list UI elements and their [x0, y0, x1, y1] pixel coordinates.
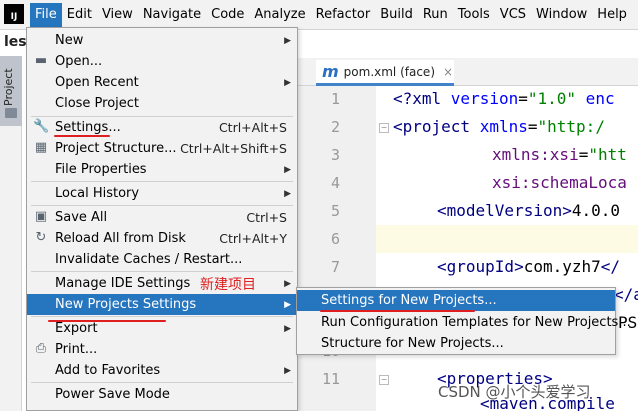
menu-separator — [31, 382, 293, 383]
code-line-3: xmlns:xsi="htt — [492, 145, 627, 164]
red-underline-mark — [54, 135, 110, 137]
menu-run[interactable]: Run — [418, 3, 453, 27]
file-menu-dropdown: New ▶ ▬ Open... Open Recent ▶ Close Proj… — [26, 27, 298, 411]
chevron-right-icon: ▶ — [284, 299, 291, 310]
chevron-right-icon: ▶ — [284, 323, 291, 334]
menu-item-new[interactable]: New ▶ — [27, 30, 297, 51]
chevron-right-icon: ▶ — [284, 77, 291, 88]
menu-code[interactable]: Code — [206, 3, 249, 27]
line-number: 6 — [330, 230, 340, 248]
watermark: CSDN @小个头爱学习 — [438, 383, 591, 401]
wrench-icon: 🔧 — [33, 119, 50, 134]
menu-item-open-recent[interactable]: Open Recent ▶ — [27, 72, 297, 93]
tab-label: pom.xml (face) — [343, 64, 435, 79]
red-underline-mark — [320, 310, 475, 312]
fold-marker-icon[interactable]: − — [379, 123, 389, 133]
fold-marker-icon[interactable]: − — [379, 375, 389, 385]
line-number: 3 — [330, 146, 340, 164]
line-number: 1 — [330, 90, 340, 108]
project-name: les — [4, 34, 27, 50]
chevron-right-icon: ▶ — [284, 35, 291, 46]
menu-tools[interactable]: Tools — [453, 3, 495, 27]
menu-item-invalidate-caches[interactable]: Invalidate Caches / Restart... — [27, 249, 297, 270]
code-line-8: </a — [614, 285, 638, 304]
code-line-1: <?xml version="1.0" enc — [393, 89, 615, 108]
menu-view[interactable]: View — [97, 3, 138, 27]
code-line-7: <groupId>com.yzh7</ — [437, 257, 621, 276]
menu-item-save-all[interactable]: ▣ Save All Ctrl+S — [27, 207, 297, 228]
new-projects-settings-submenu: Settings for New Projects... Run Configu… — [296, 287, 631, 355]
menu-item-open[interactable]: ▬ Open... — [27, 51, 297, 72]
editor-tab-pom[interactable]: m pom.xml (face) × — [316, 60, 454, 86]
code-line-4: xsi:schemaLoca — [492, 173, 627, 192]
line-number: 4 — [330, 174, 340, 192]
menu-vcs[interactable]: VCS — [495, 3, 531, 27]
main-menu: File Edit View Navigate Code Analyze Ref… — [30, 3, 632, 27]
line-number: 7 — [330, 258, 340, 276]
annotation-text: 新建项目 — [200, 277, 256, 293]
submenu-item-structure-for-new-projects[interactable]: Structure for New Projects... — [297, 333, 615, 354]
menu-item-close-project[interactable]: Close Project — [27, 93, 297, 114]
line-number: 5 — [330, 202, 340, 220]
menu-item-power-save-mode[interactable]: Power Save Mode — [27, 384, 297, 405]
save-icon: ▣ — [34, 209, 48, 224]
menu-build[interactable]: Build — [375, 3, 418, 27]
menu-refactor[interactable]: Refactor — [311, 3, 376, 27]
submenu-item-settings-for-new-projects[interactable]: Settings for New Projects... — [297, 290, 615, 311]
menu-separator — [31, 181, 293, 182]
menu-analyze[interactable]: Analyze — [249, 3, 310, 27]
menu-item-local-history[interactable]: Local History ▶ — [27, 183, 297, 204]
menu-item-file-properties[interactable]: File Properties ▶ — [27, 159, 297, 180]
line-number: 11 — [321, 370, 340, 388]
chevron-right-icon: ▶ — [284, 188, 291, 199]
submenu-item-run-configuration-templates[interactable]: Run Configuration Templates for New Proj… — [297, 312, 631, 333]
close-icon[interactable]: × — [443, 65, 453, 79]
code-line-5: <modelVersion>4.0.0 — [437, 201, 621, 220]
menu-item-add-to-favorites[interactable]: Add to Favorites ▶ — [27, 360, 297, 381]
maven-icon: m — [322, 62, 339, 81]
menu-item-project-structure[interactable]: ▦ Project Structure... Ctrl+Alt+Shift+S — [27, 138, 297, 159]
caret-row-highlight — [376, 225, 638, 253]
menu-item-manage-ide-settings[interactable]: Manage IDE Settings ▶ — [27, 273, 297, 294]
chevron-right-icon: ▶ — [284, 278, 291, 289]
printer-icon: ⎙ — [35, 341, 47, 356]
menu-help[interactable]: Help — [592, 3, 632, 27]
line-number: 2 — [330, 118, 340, 136]
menu-item-print[interactable]: ⎙ Print... — [27, 339, 297, 360]
menu-window[interactable]: Window — [531, 3, 592, 27]
project-structure-icon: ▦ — [34, 140, 48, 155]
menu-separator — [31, 205, 293, 206]
folder-icon — [5, 108, 17, 118]
intellij-logo-icon: IJ — [4, 4, 24, 24]
code-line-2: <project xmlns="http:/ — [393, 117, 605, 136]
menu-separator — [31, 271, 293, 272]
reload-icon: ↻ — [35, 230, 47, 245]
chevron-right-icon: ▶ — [284, 365, 291, 376]
menu-separator — [31, 316, 293, 317]
menu-edit[interactable]: Edit — [62, 3, 97, 27]
project-tool-label: Project — [2, 68, 15, 106]
folder-icon: ▬ — [34, 53, 48, 68]
menu-item-reload-all[interactable]: ↻ Reload All from Disk Ctrl+Alt+Y — [27, 228, 297, 249]
menu-item-new-projects-settings[interactable]: New Projects Settings ▶ — [27, 294, 297, 315]
menu-file[interactable]: File — [30, 3, 62, 27]
chevron-right-icon: ▶ — [284, 164, 291, 175]
red-underline-mark — [48, 320, 166, 322]
menu-navigate[interactable]: Navigate — [138, 3, 206, 27]
menu-bar: IJ File Edit View Navigate Code Analyze … — [0, 0, 638, 30]
